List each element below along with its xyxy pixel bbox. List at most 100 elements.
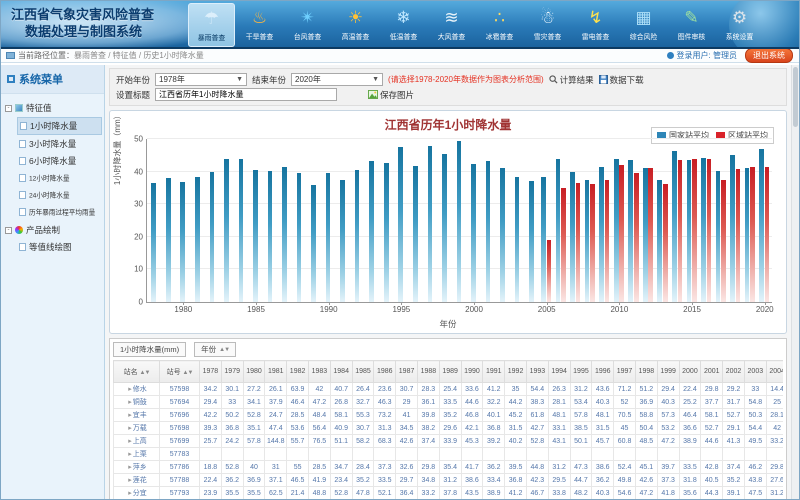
- precip-value: 44.3: [701, 487, 723, 500]
- col-header-year[interactable]: 1992: [505, 361, 527, 383]
- sidebar-item-6小时降水量[interactable]: 6小时降水量: [17, 153, 102, 169]
- nav-item-snow[interactable]: ☃雪灾普查: [524, 3, 571, 47]
- row-expander-icon[interactable]: ▸: [128, 477, 132, 484]
- col-header-year[interactable]: 1991: [483, 361, 505, 383]
- app-title-line2: 数据处理与制图系统: [11, 23, 154, 40]
- row-expander-icon[interactable]: ▸: [128, 412, 132, 419]
- bar-national-1996: [413, 166, 418, 302]
- nav-item-rainstorm[interactable]: ☂暴雨普查: [188, 3, 235, 47]
- col-header-year[interactable]: 2004: [766, 361, 783, 383]
- bar-national-2000: [471, 164, 476, 302]
- page-icon: [19, 208, 26, 216]
- calculate-button[interactable]: 计算结果: [549, 74, 594, 86]
- table-row: ▸宜丰5769642.250.252.824.728.548.458.155.3…: [114, 409, 784, 422]
- sidebar-item-1小时降水量[interactable]: 1小时降水量: [17, 117, 102, 135]
- station-name[interactable]: ▸铜鼓: [114, 396, 160, 409]
- sidebar-item-等值线绘图[interactable]: 等值线绘图: [17, 239, 102, 255]
- chart-title-input[interactable]: [155, 88, 337, 101]
- station-name[interactable]: ▸万载: [114, 422, 160, 435]
- col-header-year[interactable]: 2001: [701, 361, 723, 383]
- col-header-year[interactable]: 1999: [657, 361, 679, 383]
- low-temp-icon: ❄: [380, 5, 427, 31]
- col-header-year[interactable]: 2002: [723, 361, 745, 383]
- vscroll-thumb[interactable]: [793, 67, 798, 127]
- sidebar-item-12小时降水量[interactable]: 12小时降水量: [17, 170, 102, 186]
- bar-national-2010: [614, 159, 619, 302]
- col-header-station[interactable]: 站名 ▲▼: [114, 361, 160, 383]
- precip-value: [396, 448, 418, 461]
- unit-chip[interactable]: 1小时降水量(mm): [113, 342, 186, 357]
- logout-button[interactable]: 退出系统: [745, 48, 793, 63]
- tree-expander-icon[interactable]: -: [5, 227, 12, 234]
- nav-item-high-temp[interactable]: ☀高温普查: [332, 3, 379, 47]
- precip-value: 44.7: [570, 474, 592, 487]
- tree-expander-icon[interactable]: -: [5, 105, 12, 112]
- sidebar-item-3小时降水量[interactable]: 3小时降水量: [17, 136, 102, 152]
- col-header-year[interactable]: 2000: [679, 361, 701, 383]
- table-row: ▸上高5769925.724.257.8144.855.776.551.158.…: [114, 435, 784, 448]
- year-sort-chip[interactable]: 年份▲▼: [194, 342, 236, 357]
- nav-item-lightning[interactable]: ↯雷电普查: [572, 3, 619, 47]
- col-header-code[interactable]: 站号 ▲▼: [160, 361, 200, 383]
- col-header-year[interactable]: 1988: [417, 361, 439, 383]
- nav-item-gale[interactable]: ≋大风普查: [428, 3, 475, 47]
- col-header-year[interactable]: 1985: [352, 361, 374, 383]
- col-header-year[interactable]: 1978: [200, 361, 222, 383]
- col-header-year[interactable]: 1996: [592, 361, 614, 383]
- col-header-year[interactable]: 1980: [243, 361, 265, 383]
- col-header-year[interactable]: 1979: [221, 361, 243, 383]
- precip-value: 42.6: [396, 435, 418, 448]
- download-button[interactable]: 数据下载: [599, 74, 644, 86]
- precip-value: 41.7: [461, 461, 483, 474]
- end-year-select[interactable]: 2020年▼: [291, 73, 383, 86]
- nav-item-settings[interactable]: ⚙系统设置: [716, 3, 763, 47]
- nav-item-hail[interactable]: ∴冰雹普查: [476, 3, 523, 47]
- col-header-year[interactable]: 2003: [744, 361, 766, 383]
- start-year-select[interactable]: 1978年▼: [155, 73, 247, 86]
- nav-item-drought[interactable]: ♨干旱普查: [236, 3, 283, 47]
- save-image-button[interactable]: 保存图片: [368, 89, 414, 101]
- station-name[interactable]: ▸上栗: [114, 448, 160, 461]
- tree-group-特征值[interactable]: -特征值: [3, 100, 102, 116]
- col-header-year[interactable]: 1990: [461, 361, 483, 383]
- station-name[interactable]: ▸上高: [114, 435, 160, 448]
- station-name[interactable]: ▸萍乡: [114, 461, 160, 474]
- col-header-year[interactable]: 1984: [330, 361, 352, 383]
- row-expander-icon[interactable]: ▸: [128, 425, 132, 432]
- col-header-year[interactable]: 1987: [396, 361, 418, 383]
- precip-value: 47.5: [744, 487, 766, 500]
- row-expander-icon[interactable]: ▸: [128, 464, 132, 471]
- col-header-year[interactable]: 1989: [439, 361, 461, 383]
- row-expander-icon[interactable]: ▸: [128, 451, 132, 458]
- sidebar-item-历年暴雨过程平均雨量[interactable]: 历年暴雨过程平均雨量: [17, 204, 102, 220]
- precip-value: 48.2: [570, 487, 592, 500]
- row-expander-icon[interactable]: ▸: [128, 399, 132, 406]
- row-expander-icon[interactable]: ▸: [128, 438, 132, 445]
- station-name[interactable]: ▸修水: [114, 383, 160, 396]
- col-header-year[interactable]: 1994: [548, 361, 570, 383]
- col-header-year[interactable]: 1998: [635, 361, 657, 383]
- nav-item-composite-risk[interactable]: ▦综合风险: [620, 3, 667, 47]
- station-name[interactable]: ▸宜丰: [114, 409, 160, 422]
- col-header-year[interactable]: 1986: [374, 361, 396, 383]
- row-expander-icon[interactable]: ▸: [128, 490, 132, 497]
- precip-value: 38.9: [679, 435, 701, 448]
- nav-item-map-review[interactable]: ✎图件审核: [668, 3, 715, 47]
- bar-national-1983: [224, 159, 229, 302]
- col-header-year[interactable]: 1995: [570, 361, 592, 383]
- col-header-year[interactable]: 1997: [614, 361, 636, 383]
- col-header-year[interactable]: 1981: [265, 361, 287, 383]
- col-header-year[interactable]: 1982: [287, 361, 309, 383]
- vertical-scrollbar[interactable]: [791, 65, 799, 499]
- precip-value: 55.3: [352, 409, 374, 422]
- station-name[interactable]: ▸莲花: [114, 474, 160, 487]
- start-year-label: 开始年份: [116, 74, 150, 86]
- col-header-year[interactable]: 1983: [308, 361, 330, 383]
- tree-group-产品绘制[interactable]: -产品绘制: [3, 222, 102, 238]
- sidebar-item-24小时降水量[interactable]: 24小时降水量: [17, 187, 102, 203]
- col-header-year[interactable]: 1993: [526, 361, 548, 383]
- nav-item-typhoon[interactable]: ✴台风普查: [284, 3, 331, 47]
- row-expander-icon[interactable]: ▸: [128, 386, 132, 393]
- station-name[interactable]: ▸分宜: [114, 487, 160, 500]
- nav-item-low-temp[interactable]: ❄低温普查: [380, 3, 427, 47]
